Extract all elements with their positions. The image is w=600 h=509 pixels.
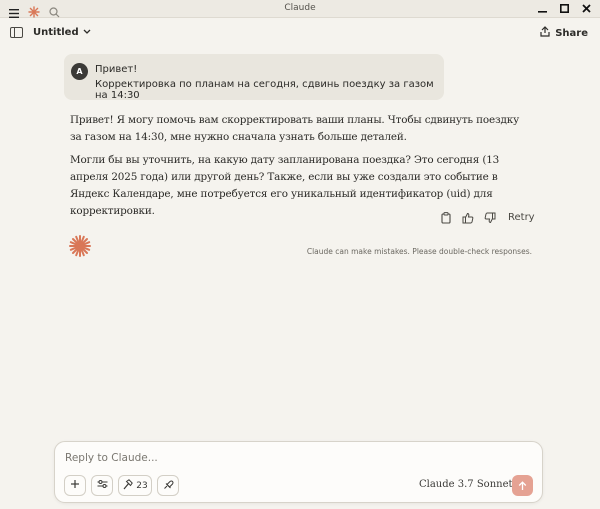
- user-message: A Привет! Корректировка по планам на сег…: [64, 54, 444, 101]
- thumbs-down-icon[interactable]: [483, 211, 496, 224]
- integrations-button[interactable]: [157, 475, 179, 496]
- claude-spark-icon: [69, 235, 91, 257]
- minimize-icon[interactable]: [536, 2, 548, 14]
- sliders-icon: [97, 479, 108, 492]
- close-icon[interactable]: [580, 2, 592, 14]
- plus-icon: [70, 479, 80, 492]
- user-message-line: Корректировка по планам на сегодня, сдви…: [95, 79, 434, 101]
- window-title: Claude: [284, 3, 316, 13]
- assistant-message: Привет! Я могу помочь вам скорректироват…: [70, 112, 520, 226]
- composer: 23 Claude 3.7 Sonnet: [54, 441, 543, 503]
- user-message-line: Привет!: [95, 64, 138, 75]
- avatar: A: [71, 63, 88, 80]
- sidebar-toggle-icon[interactable]: [10, 27, 23, 38]
- copy-icon[interactable]: [439, 211, 452, 224]
- message-actions: Retry: [439, 211, 535, 224]
- conversation-title: Untitled: [33, 27, 79, 38]
- chevron-down-icon: [83, 27, 91, 38]
- model-label: Claude 3.7 Sonnet: [419, 479, 513, 490]
- model-selector[interactable]: Claude 3.7 Sonnet: [419, 479, 524, 490]
- maximize-icon[interactable]: [558, 2, 570, 14]
- hammer-icon: [122, 478, 134, 493]
- reply-input[interactable]: [65, 450, 525, 466]
- tools-button[interactable]: 23: [118, 475, 152, 496]
- retry-button[interactable]: Retry: [508, 212, 535, 223]
- conversation-title-dropdown[interactable]: Untitled: [33, 27, 91, 38]
- disclaimer-text: Claude can make mistakes. Please double-…: [306, 247, 532, 256]
- chat-header: Untitled Share: [0, 22, 600, 46]
- share-label: Share: [555, 27, 588, 39]
- assistant-paragraph: Могли бы вы уточнить, на какую дату запл…: [70, 154, 500, 217]
- assistant-paragraph: Привет! Я могу помочь вам скорректироват…: [70, 114, 520, 143]
- send-button[interactable]: [512, 475, 533, 496]
- thumbs-up-icon[interactable]: [461, 211, 474, 224]
- integrations-icon: [163, 479, 174, 493]
- share-button[interactable]: Share: [540, 26, 588, 40]
- add-attachment-button[interactable]: [64, 475, 86, 496]
- window-titlebar: Claude: [0, 0, 600, 18]
- share-icon: [540, 26, 550, 40]
- settings-button[interactable]: [91, 475, 113, 496]
- tools-count: 23: [136, 480, 148, 491]
- arrow-up-icon: [518, 476, 527, 495]
